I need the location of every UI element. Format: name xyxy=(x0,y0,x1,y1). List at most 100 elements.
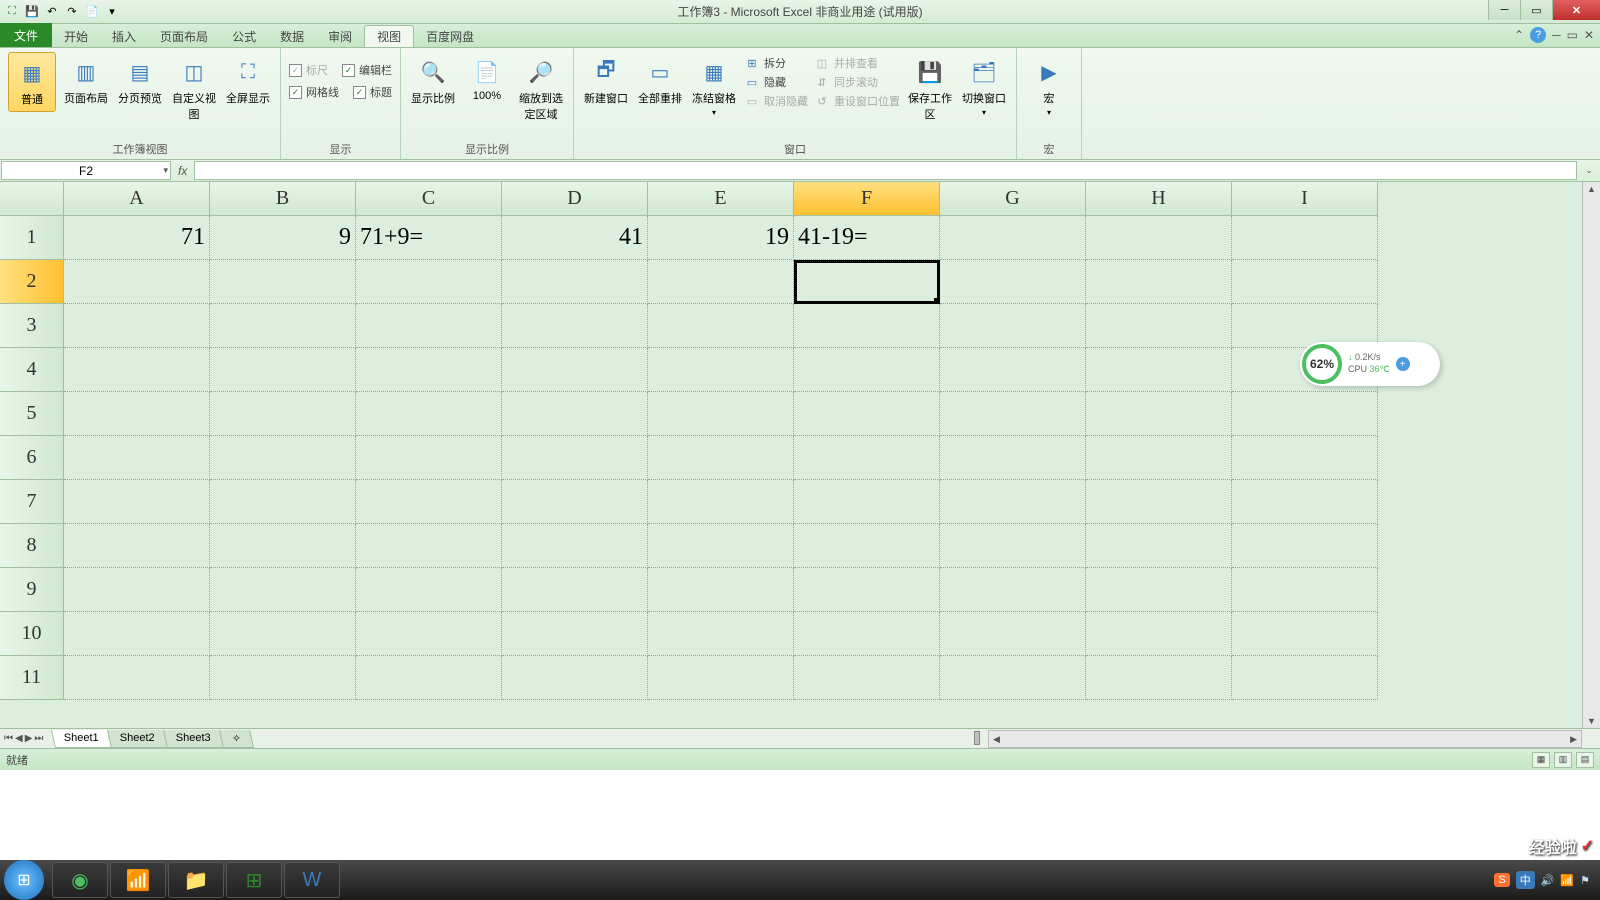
cell[interactable] xyxy=(64,304,210,348)
cell[interactable] xyxy=(940,656,1086,700)
row-header-11[interactable]: 11 xyxy=(0,656,64,700)
cell[interactable] xyxy=(940,612,1086,656)
col-header-B[interactable]: B xyxy=(210,182,356,216)
zoom-selection-button[interactable]: 🔎缩放到选定区域 xyxy=(517,52,565,126)
tab-formulas[interactable]: 公式 xyxy=(220,25,268,47)
freeze-panes-button[interactable]: ▦冻结窗格▾ xyxy=(690,52,738,121)
sheet-tab-2[interactable]: Sheet2 xyxy=(107,730,168,748)
zoom-button[interactable]: 🔍显示比例 xyxy=(409,52,457,110)
help-icon[interactable]: ? xyxy=(1530,27,1546,43)
row-header-8[interactable]: 8 xyxy=(0,524,64,568)
row-header-4[interactable]: 4 xyxy=(0,348,64,392)
file-tab[interactable]: 文件 xyxy=(0,23,52,47)
qat-dropdown-icon[interactable]: ▾ xyxy=(104,4,120,20)
cell[interactable] xyxy=(64,392,210,436)
cell[interactable] xyxy=(940,436,1086,480)
zoom-100-button[interactable]: 📄100% xyxy=(463,52,511,106)
cell[interactable] xyxy=(940,524,1086,568)
row-header-3[interactable]: 3 xyxy=(0,304,64,348)
ribbon-minimize-icon[interactable]: ⌃ xyxy=(1514,28,1524,42)
taskbar-app-2[interactable]: 📶 xyxy=(110,862,166,898)
cell[interactable] xyxy=(356,304,502,348)
performance-expand-icon[interactable]: + xyxy=(1396,357,1410,371)
page-break-status-icon[interactable]: ▤ xyxy=(1576,752,1594,768)
switch-windows-button[interactable]: 🗂切换窗口▾ xyxy=(960,52,1008,121)
row-header-1[interactable]: 1 xyxy=(0,216,64,260)
row-header-6[interactable]: 6 xyxy=(0,436,64,480)
cell-A1[interactable]: 71 xyxy=(64,216,210,260)
col-header-F[interactable]: F xyxy=(794,182,940,216)
cell[interactable] xyxy=(794,304,940,348)
cell[interactable] xyxy=(1086,656,1232,700)
tab-data[interactable]: 数据 xyxy=(268,25,316,47)
cell[interactable] xyxy=(356,260,502,304)
cell[interactable] xyxy=(648,480,794,524)
maximize-button[interactable]: ▭ xyxy=(1520,0,1552,20)
cell[interactable] xyxy=(210,392,356,436)
ime-icon[interactable]: 中 xyxy=(1516,871,1535,889)
cell[interactable] xyxy=(1232,524,1378,568)
cell[interactable] xyxy=(64,524,210,568)
cell[interactable] xyxy=(794,436,940,480)
cell[interactable] xyxy=(356,392,502,436)
cell[interactable] xyxy=(64,568,210,612)
cell[interactable] xyxy=(794,392,940,436)
cell[interactable] xyxy=(1086,568,1232,612)
tab-page-layout[interactable]: 页面布局 xyxy=(148,25,220,47)
performance-widget[interactable]: 62% ↓ 0.2K/s CPU 36℃ + xyxy=(1300,342,1440,386)
cell[interactable] xyxy=(210,348,356,392)
cell[interactable] xyxy=(502,568,648,612)
tray-speaker-icon[interactable]: 🔊 xyxy=(1541,874,1555,887)
cell-B1[interactable]: 9 xyxy=(210,216,356,260)
cell[interactable] xyxy=(648,260,794,304)
cell[interactable] xyxy=(794,480,940,524)
cell[interactable] xyxy=(648,392,794,436)
cell[interactable] xyxy=(1232,480,1378,524)
tab-baidu[interactable]: 百度网盘 xyxy=(414,25,486,47)
cell[interactable] xyxy=(1232,656,1378,700)
cell[interactable] xyxy=(210,612,356,656)
cell[interactable] xyxy=(64,656,210,700)
cell[interactable] xyxy=(1086,524,1232,568)
cell[interactable] xyxy=(648,612,794,656)
hide-button[interactable]: ▭隐藏 xyxy=(744,73,808,91)
fx-icon[interactable]: fx xyxy=(178,164,187,178)
custom-view-button[interactable]: ◫自定义视图 xyxy=(170,52,218,126)
cell[interactable] xyxy=(1232,260,1378,304)
sheet-nav-buttons[interactable]: ⏮ ◀ ▶ ⏭ xyxy=(0,733,47,744)
formula-bar-expand-icon[interactable]: ⌄ xyxy=(1578,160,1600,181)
tab-home[interactable]: 开始 xyxy=(52,25,100,47)
cell[interactable] xyxy=(64,348,210,392)
cell[interactable] xyxy=(940,260,1086,304)
cell[interactable] xyxy=(502,656,648,700)
formula-input[interactable] xyxy=(194,161,1577,180)
save-workspace-button[interactable]: 💾保存工作区 xyxy=(906,52,954,126)
cell[interactable] xyxy=(1086,304,1232,348)
cell[interactable] xyxy=(210,568,356,612)
sheet-prev-icon[interactable]: ◀ xyxy=(15,733,23,744)
cell-H1[interactable] xyxy=(1086,216,1232,260)
cell[interactable] xyxy=(1086,348,1232,392)
row-header-9[interactable]: 9 xyxy=(0,568,64,612)
tray-flag-icon[interactable]: ⚑ xyxy=(1580,874,1590,887)
cell[interactable] xyxy=(794,612,940,656)
cell[interactable] xyxy=(210,436,356,480)
cell-E1[interactable]: 19 xyxy=(648,216,794,260)
cell[interactable] xyxy=(356,480,502,524)
cell[interactable] xyxy=(1086,436,1232,480)
normal-view-status-icon[interactable]: ▦ xyxy=(1532,752,1550,768)
cell[interactable] xyxy=(210,524,356,568)
cell[interactable] xyxy=(356,524,502,568)
cell[interactable] xyxy=(1086,260,1232,304)
page-layout-button[interactable]: ▥页面布局 xyxy=(62,52,110,110)
tab-view[interactable]: 视图 xyxy=(364,25,414,47)
start-button[interactable]: ⊞ xyxy=(4,860,44,900)
cell-G1[interactable] xyxy=(940,216,1086,260)
col-header-C[interactable]: C xyxy=(356,182,502,216)
formula-bar-checkbox[interactable]: ✓编辑栏 xyxy=(342,60,392,80)
taskbar-excel[interactable]: ⊞ xyxy=(226,862,282,898)
row-header-7[interactable]: 7 xyxy=(0,480,64,524)
sheet-tab-3[interactable]: Sheet3 xyxy=(163,730,224,748)
col-header-A[interactable]: A xyxy=(64,182,210,216)
close-button[interactable]: ✕ xyxy=(1552,0,1600,20)
